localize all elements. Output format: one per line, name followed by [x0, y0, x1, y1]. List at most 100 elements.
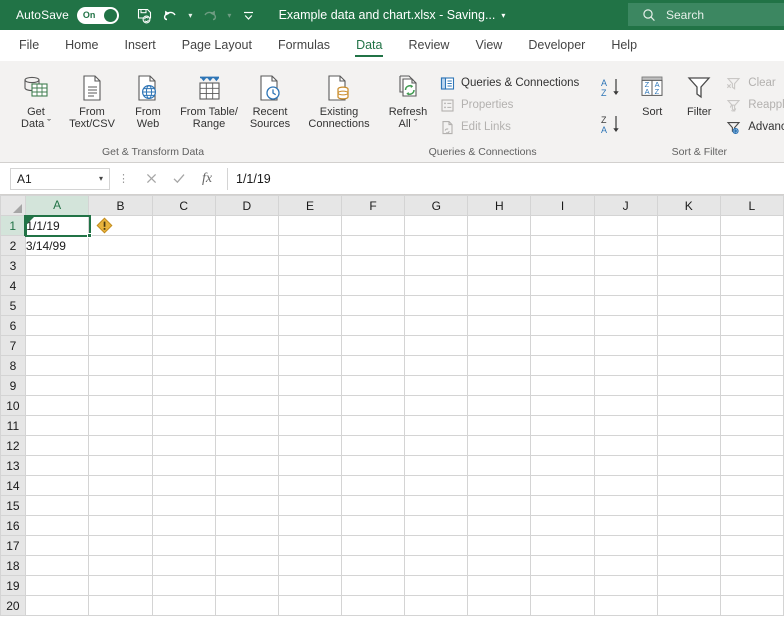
cell-h5[interactable]: [467, 295, 532, 316]
cell-b19[interactable]: [88, 575, 153, 596]
cell-c6[interactable]: [151, 315, 216, 336]
cell-l7[interactable]: [719, 335, 784, 356]
cell-k15[interactable]: [656, 495, 721, 516]
cell-h6[interactable]: [467, 315, 532, 336]
advanced-filter-button[interactable]: Advanced: [723, 116, 784, 138]
cell-d8[interactable]: [214, 355, 279, 376]
cell-h14[interactable]: [467, 475, 532, 496]
cell-e20[interactable]: [277, 595, 343, 616]
cell-g10[interactable]: [404, 395, 469, 416]
cell-f11[interactable]: [341, 415, 406, 436]
cell-f19[interactable]: [341, 575, 406, 596]
undo-button[interactable]: [159, 3, 183, 27]
cell-k20[interactable]: [656, 595, 721, 616]
cell-b14[interactable]: [88, 475, 153, 496]
row-header-14[interactable]: 14: [0, 475, 26, 496]
cell-i8[interactable]: [530, 355, 595, 376]
cell-d10[interactable]: [214, 395, 279, 416]
cell-c4[interactable]: [151, 275, 216, 296]
cell-k17[interactable]: [656, 535, 721, 556]
cell-l16[interactable]: [719, 515, 784, 536]
cell-g17[interactable]: [404, 535, 469, 556]
cell-b18[interactable]: [88, 555, 153, 576]
cell-d20[interactable]: [214, 595, 279, 616]
cell-b6[interactable]: [88, 315, 153, 336]
cell-l8[interactable]: [719, 355, 784, 376]
cell-h10[interactable]: [467, 395, 532, 416]
cell-f15[interactable]: [341, 495, 406, 516]
cell-h9[interactable]: [467, 375, 532, 396]
row-header-17[interactable]: 17: [0, 535, 26, 556]
cell-c11[interactable]: [151, 415, 216, 436]
cell-e5[interactable]: [277, 295, 343, 316]
cell-c12[interactable]: [151, 435, 216, 456]
row-header-4[interactable]: 4: [0, 275, 26, 296]
cell-a20[interactable]: [24, 595, 90, 616]
cell-j11[interactable]: [593, 415, 658, 436]
cell-f12[interactable]: [341, 435, 406, 456]
tab-insert[interactable]: Insert: [112, 30, 169, 60]
cell-g14[interactable]: [404, 475, 469, 496]
cell-j19[interactable]: [593, 575, 658, 596]
error-indicator-button[interactable]: [96, 217, 113, 234]
save-button[interactable]: [133, 3, 157, 27]
cell-i16[interactable]: [530, 515, 595, 536]
cell-g1[interactable]: [404, 215, 469, 236]
cell-h20[interactable]: [467, 595, 532, 616]
cell-j6[interactable]: [593, 315, 658, 336]
cell-e17[interactable]: [277, 535, 343, 556]
existing-connections-button[interactable]: Existing Connections: [306, 65, 372, 137]
cell-g2[interactable]: [404, 235, 469, 256]
from-web-button[interactable]: From Web: [120, 65, 176, 137]
cell-e11[interactable]: [277, 415, 343, 436]
cell-b10[interactable]: [88, 395, 153, 416]
from-text-csv-button[interactable]: From Text/CSV: [64, 65, 120, 137]
cell-k18[interactable]: [656, 555, 721, 576]
cell-k3[interactable]: [656, 255, 721, 276]
cell-l1[interactable]: [719, 215, 784, 236]
cell-a6[interactable]: [24, 315, 90, 336]
cell-c17[interactable]: [151, 535, 216, 556]
cell-f2[interactable]: [341, 235, 406, 256]
cell-a3[interactable]: [24, 255, 90, 276]
cell-c2[interactable]: [151, 235, 216, 256]
search-box[interactable]: Search: [628, 3, 784, 26]
cell-h1[interactable]: [467, 215, 532, 236]
row-header-6[interactable]: 6: [0, 315, 26, 336]
cell-l2[interactable]: [719, 235, 784, 256]
recent-sources-button[interactable]: Recent Sources: [242, 65, 298, 137]
cell-i14[interactable]: [530, 475, 595, 496]
cell-e4[interactable]: [277, 275, 343, 296]
cell-i19[interactable]: [530, 575, 595, 596]
cell-c8[interactable]: [151, 355, 216, 376]
cell-j15[interactable]: [593, 495, 658, 516]
cell-g3[interactable]: [404, 255, 469, 276]
row-header-2[interactable]: 2: [0, 235, 26, 256]
column-header-h[interactable]: H: [467, 195, 532, 216]
cell-g19[interactable]: [404, 575, 469, 596]
cell-a15[interactable]: [24, 495, 90, 516]
cell-h2[interactable]: [467, 235, 532, 256]
row-header-3[interactable]: 3: [0, 255, 26, 276]
cell-h16[interactable]: [467, 515, 532, 536]
refresh-all-button[interactable]: Refresh All ˇ: [380, 65, 436, 137]
cell-h8[interactable]: [467, 355, 532, 376]
cell-f8[interactable]: [341, 355, 406, 376]
cell-j14[interactable]: [593, 475, 658, 496]
cell-f5[interactable]: [341, 295, 406, 316]
cell-i3[interactable]: [530, 255, 595, 276]
cell-e18[interactable]: [277, 555, 343, 576]
cell-b8[interactable]: [88, 355, 153, 376]
cell-k8[interactable]: [656, 355, 721, 376]
cell-g9[interactable]: [404, 375, 469, 396]
cell-c15[interactable]: [151, 495, 216, 516]
cell-i13[interactable]: [530, 455, 595, 476]
cell-i1[interactable]: [530, 215, 595, 236]
tab-data[interactable]: Data: [343, 30, 395, 60]
cell-i17[interactable]: [530, 535, 595, 556]
column-header-e[interactable]: E: [277, 195, 343, 216]
row-header-1[interactable]: 1: [0, 215, 27, 236]
row-header-12[interactable]: 12: [0, 435, 26, 456]
cell-g4[interactable]: [404, 275, 469, 296]
cell-l14[interactable]: [719, 475, 784, 496]
